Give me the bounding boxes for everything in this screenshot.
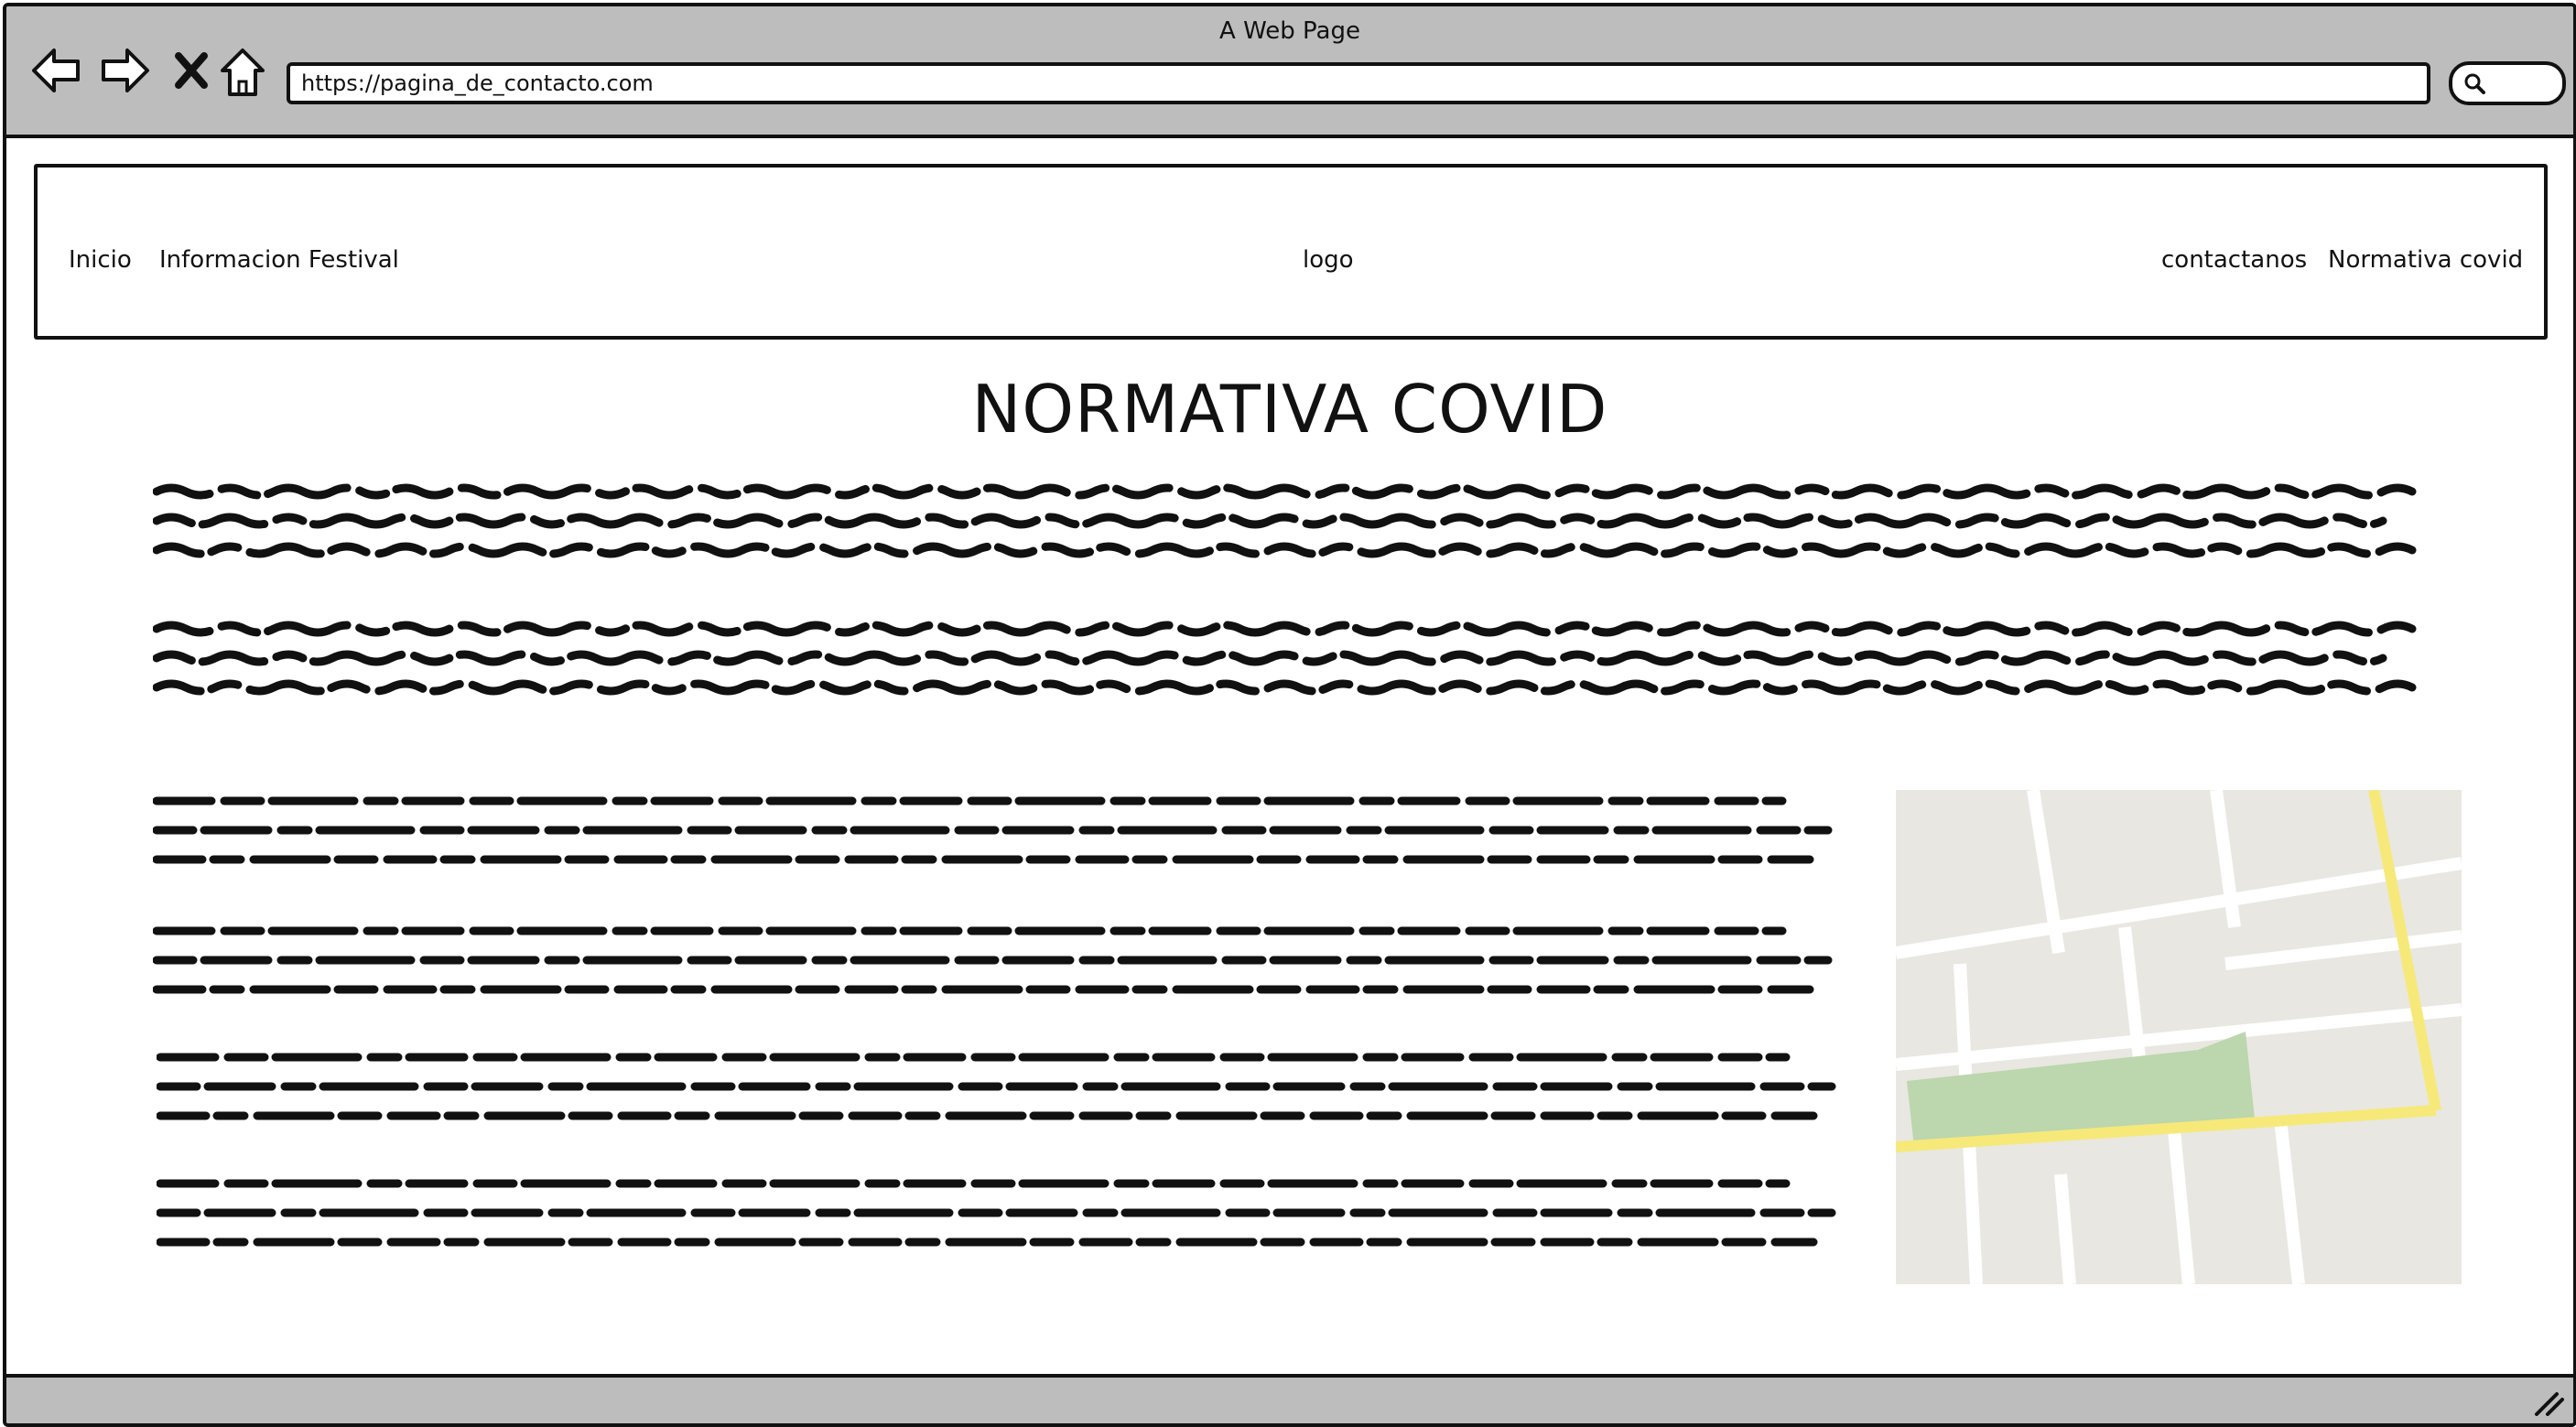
browser-window: A Web Page https://pagina_de_contacto.co…: [3, 3, 2576, 1427]
browser-search-field[interactable]: [2449, 61, 2566, 105]
placeholder-paragraph: [153, 621, 2417, 696]
close-x-icon[interactable]: [173, 50, 210, 91]
resize-handle-icon[interactable]: [2533, 1390, 2564, 1416]
site-header: Inicio Informacion Festival logo contact…: [34, 164, 2548, 340]
map-image: [1896, 790, 2462, 1284]
site-logo[interactable]: logo: [1303, 246, 1354, 274]
placeholder-paragraph: [157, 1053, 1836, 1120]
browser-chrome: A Web Page https://pagina_de_contacto.co…: [6, 6, 2573, 138]
status-bar: [6, 1374, 2573, 1423]
placeholder-paragraph: [157, 1179, 1836, 1247]
nav-normativa-covid[interactable]: Normativa covid: [2328, 246, 2523, 274]
window-title: A Web Page: [1219, 17, 1360, 45]
back-arrow-icon[interactable]: [30, 45, 83, 96]
placeholder-paragraph: [153, 483, 2417, 558]
placeholder-paragraph: [153, 926, 1833, 994]
search-icon: [2464, 73, 2485, 94]
page-title: NORMATIVA COVID: [971, 371, 1608, 448]
nav-informacion-festival[interactable]: Informacion Festival: [159, 246, 399, 274]
forward-arrow-icon[interactable]: [98, 45, 151, 96]
home-icon[interactable]: [219, 45, 266, 100]
nav-inicio[interactable]: Inicio: [69, 246, 132, 274]
placeholder-paragraph: [153, 796, 1833, 864]
nav-contactanos[interactable]: contactanos: [2161, 246, 2307, 274]
url-bar[interactable]: https://pagina_de_contacto.com: [287, 62, 2430, 104]
